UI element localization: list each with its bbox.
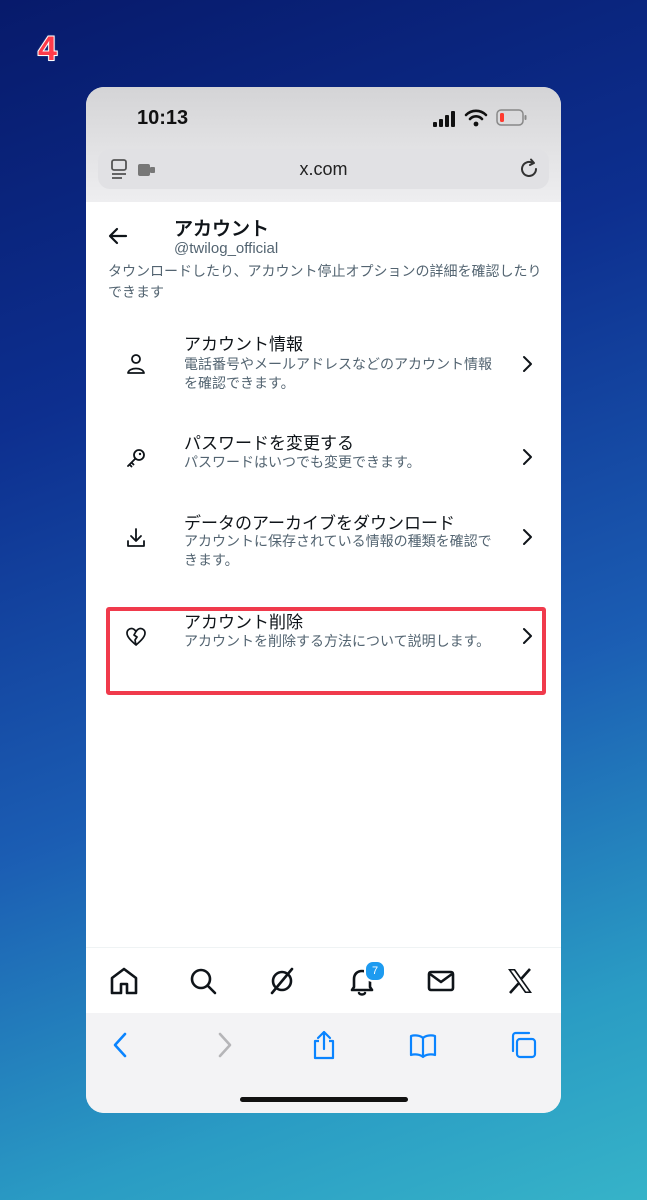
person-icon	[127, 354, 145, 374]
page-title: アカウント	[174, 219, 270, 240]
download-icon	[127, 528, 145, 547]
mail-icon[interactable]	[425, 965, 457, 997]
x-bottom-navigation: 7	[86, 947, 561, 1014]
safari-bottom-toolbar	[86, 1013, 561, 1113]
menu-item-delete-account[interactable]: アカウント削除 アカウントを削除する方法について説明します。	[86, 582, 561, 672]
back-arrow-icon[interactable]	[106, 224, 130, 248]
url-text[interactable]: x.com	[98, 159, 549, 180]
search-icon[interactable]	[187, 965, 219, 997]
chevron-right-icon	[523, 529, 532, 545]
page-description: タウンロードしたり、アカウント停止オプションの詳細を確認したりできます	[108, 263, 542, 300]
menu-item-account-info[interactable]: アカウント情報 電話番号やメールアドレスなどのアカウント情報を確認できます。	[86, 319, 561, 409]
share-icon[interactable]	[309, 1030, 339, 1060]
chevron-right-icon	[523, 449, 532, 465]
status-time: 10:13	[137, 107, 189, 129]
chevron-right-icon	[523, 356, 532, 372]
chevron-right-icon	[523, 628, 532, 644]
account-handle: @twilog_official	[174, 240, 279, 257]
menu-item-label: アカウント削除	[184, 613, 303, 632]
menu-item-change-password[interactable]: パスワードを変更する パスワードはいつでも変更できます。	[86, 412, 561, 502]
notification-badge: 7	[364, 960, 386, 982]
wifi-icon	[464, 109, 488, 127]
menu-item-label: パスワードを変更する	[184, 434, 354, 453]
grok-icon[interactable]	[266, 965, 298, 997]
menu-item-label: アカウント情報	[184, 335, 303, 354]
menu-item-subtitle: アカウントを削除する方法について説明します。	[184, 633, 491, 649]
back-icon[interactable]	[106, 1030, 136, 1060]
step-number: 4	[37, 29, 58, 69]
broken-heart-icon	[126, 627, 146, 646]
address-bar[interactable]: x.com	[98, 149, 549, 189]
menu-item-download-archive[interactable]: データのアーカイブをダウンロード アカウントに保存されている情報の種類を確認でき…	[86, 492, 561, 582]
cellular-signal-icon	[433, 111, 455, 127]
reload-icon[interactable]	[517, 157, 541, 181]
phone-screen: 10:13 x.com アカウント @twilog_official タウンロー…	[86, 87, 561, 1113]
battery-low-icon	[496, 109, 527, 126]
bookmarks-icon[interactable]	[408, 1030, 438, 1060]
menu-item-label: データのアーカイブをダウンロード	[184, 514, 455, 533]
menu-item-subtitle: パスワードはいつでも変更できます。	[184, 454, 421, 470]
menu-item-subtitle: アカウントに保存されている情報の種類を確認できます。	[184, 533, 492, 568]
home-indicator	[240, 1097, 408, 1102]
key-icon	[127, 449, 145, 468]
forward-icon[interactable]	[209, 1030, 239, 1060]
safari-top-bar: 10:13 x.com	[86, 87, 561, 202]
tabs-icon[interactable]	[508, 1030, 538, 1060]
x-logo-icon[interactable]	[504, 965, 536, 997]
home-icon[interactable]	[108, 965, 140, 997]
menu-item-subtitle: 電話番号やメールアドレスなどのアカウント情報を確認できます。	[184, 356, 492, 391]
